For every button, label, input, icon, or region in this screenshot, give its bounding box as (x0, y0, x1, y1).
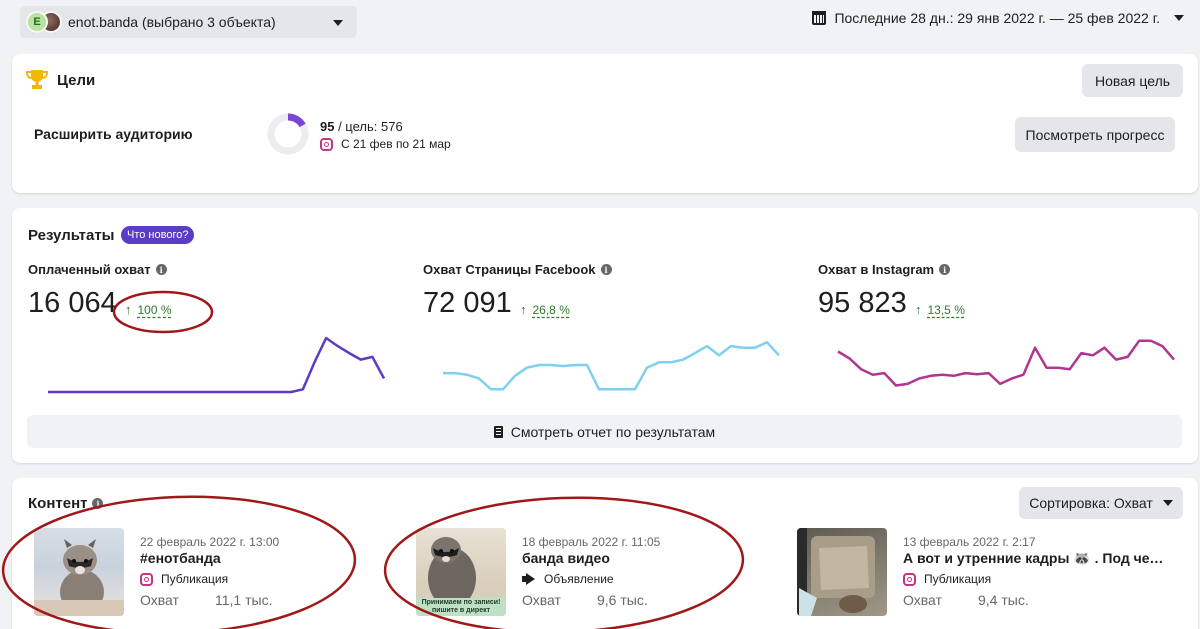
goals-card: Цели Новая цель Расширить аудиторию 95 /… (12, 54, 1198, 193)
megaphone-icon (522, 573, 536, 585)
date-range-picker[interactable]: Последние 28 дн.: 29 янв 2022 г. — 25 фе… (812, 10, 1184, 26)
post-title[interactable]: А вот и утренние кадры 🦝 . Под четким ру… (903, 550, 1165, 567)
arrow-up-icon: ↑ (125, 302, 132, 317)
content-card: Контент i Сортировка: Охват 22 февраль 2… (12, 478, 1198, 629)
calendar-icon (812, 11, 827, 25)
results-card: Результаты Что нового? Оплаченный охват … (12, 208, 1198, 463)
metric-change: ↑ 100 % (125, 302, 172, 317)
avatar: E (26, 11, 48, 33)
post-type: Публикация (140, 572, 228, 586)
goals-title: Цели (57, 72, 96, 89)
post-metric-value: 9,4 тыс. (978, 592, 1029, 608)
sparkline-chart (443, 341, 780, 391)
metric-value: 16 064 (28, 287, 117, 319)
metric-label: Оплаченный охват i (28, 262, 408, 277)
metric-value: 95 823 (818, 287, 907, 319)
post-thumbnail (797, 528, 887, 616)
view-progress-button[interactable]: Посмотреть прогресс (1015, 117, 1175, 152)
post-type-label: Публикация (924, 572, 992, 586)
metric-change-value[interactable]: 100 % (138, 303, 172, 317)
goal-name: Расширить аудиторию (34, 126, 193, 142)
post-metric-label: Охват (140, 592, 179, 608)
post-metric-label: Охват (522, 592, 561, 608)
post-metric-label: Охват (903, 592, 942, 608)
thumb-caption: Принимаем по записи! пишите в директ (421, 599, 501, 614)
sparkline-series (48, 336, 386, 394)
whats-new-badge[interactable]: Что нового? (121, 226, 195, 244)
metric-label: Охват в Instagram i (818, 262, 1198, 277)
metric-paid-reach: Оплаченный охват i 16 064 ↑ 100 % (28, 262, 408, 402)
goal-current: 95 (320, 119, 335, 134)
goal-progress-text: 95 / цель: 576 (320, 119, 403, 134)
account-label: enot.banda (выбрано 3 объекта) (68, 14, 276, 30)
chevron-down-icon (1162, 500, 1173, 506)
metric-instagram-reach: Охват в Instagram i 95 823 ↑ 13,5 % (818, 262, 1198, 402)
post-type: Объявление (522, 572, 614, 586)
post-thumbnail: Принимаем по записи! пишите в директ (416, 528, 506, 616)
instagram-icon (320, 137, 333, 151)
metric-value: 72 091 (423, 287, 512, 319)
post-metric-value: 11,1 тыс. (215, 592, 273, 608)
post-metric-value: 9,6 тыс. (597, 592, 648, 608)
arrow-up-icon: ↑ (915, 302, 922, 317)
account-avatars: E (26, 10, 62, 34)
post-date: 13 февраль 2022 г. 2:17 (903, 535, 1036, 549)
results-title: Результаты (28, 227, 115, 244)
content-post[interactable]: 22 февраль 2022 г. 13:00 #енотбанда Публ… (34, 528, 414, 618)
view-report-button[interactable]: Смотреть отчет по результатам (27, 415, 1182, 448)
metric-change: ↑ 13,5 % (915, 302, 965, 317)
metric-label-text: Оплаченный охват (28, 262, 151, 277)
arrow-up-icon: ↑ (520, 302, 527, 317)
content-title-text: Контент (28, 495, 88, 512)
goal-dates: С 21 фев по 21 мар (320, 137, 451, 151)
chevron-down-icon (333, 20, 343, 26)
sort-label: Сортировка: Охват (1029, 495, 1153, 511)
trophy-icon (26, 70, 48, 89)
post-type: Публикация (903, 572, 991, 586)
instagram-icon (140, 572, 153, 586)
post-type-label: Публикация (161, 572, 229, 586)
goal-dates-label: С 21 фев по 21 мар (341, 137, 451, 151)
metric-label-text: Охват в Instagram (818, 262, 935, 277)
content-post[interactable]: Принимаем по записи! пишите в директ 18 … (416, 528, 796, 618)
info-icon[interactable]: i (155, 264, 167, 275)
metric-change: ↑ 26,8 % (520, 302, 570, 317)
metric-change-value[interactable]: 26,8 % (533, 303, 570, 317)
sparkline-chart (837, 339, 1175, 387)
content-post[interactable]: 13 февраль 2022 г. 2:17 А вот и утренние… (797, 528, 1177, 618)
post-date: 22 февраль 2022 г. 13:00 (140, 535, 280, 549)
post-title[interactable]: #енотбанда (140, 550, 221, 566)
metric-facebook-reach: Охват Страницы Facebook i 72 091 ↑ 26,8 … (423, 262, 803, 402)
instagram-icon (903, 572, 916, 586)
date-range-label: Последние 28 дн.: 29 янв 2022 г. — 25 фе… (834, 10, 1160, 26)
goal-target: / цель: 576 (334, 119, 403, 134)
info-icon[interactable]: i (939, 264, 951, 275)
metric-label-text: Охват Страницы Facebook (423, 262, 596, 277)
goal-progress-donut (267, 113, 309, 155)
sparkline-series (837, 339, 1175, 387)
post-thumbnail (34, 528, 124, 616)
sparkline-chart (48, 336, 386, 394)
post-date: 18 февраль 2022 г. 11:05 (522, 535, 661, 549)
info-icon[interactable]: i (600, 264, 612, 275)
post-type-label: Объявление (544, 572, 614, 586)
sparkline-series (443, 341, 780, 391)
account-selector[interactable]: E enot.banda (выбрано 3 объекта) (20, 6, 357, 38)
report-icon (493, 425, 503, 438)
metric-label: Охват Страницы Facebook i (423, 262, 803, 277)
content-title: Контент i (28, 495, 104, 512)
new-goal-button[interactable]: Новая цель (1082, 64, 1183, 97)
info-icon[interactable]: i (92, 498, 104, 509)
post-title[interactable]: банда видео (522, 550, 610, 566)
chevron-down-icon (1174, 15, 1184, 21)
view-report-label: Смотреть отчет по результатам (510, 423, 716, 440)
metric-change-value[interactable]: 13,5 % (928, 303, 965, 317)
sort-dropdown[interactable]: Сортировка: Охват (1019, 487, 1183, 519)
